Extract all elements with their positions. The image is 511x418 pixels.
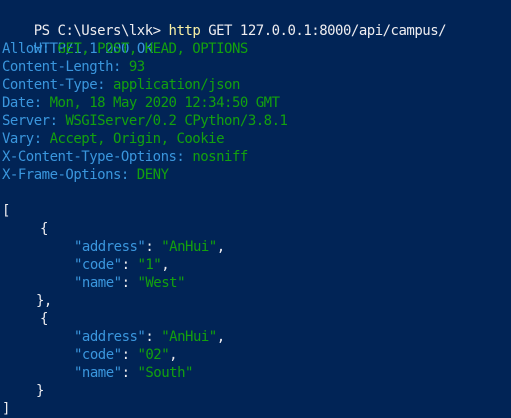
header-value: GET, POST, HEAD, OPTIONS (57, 41, 249, 57)
json-key: "name" (74, 365, 122, 381)
header-value: Mon, 18 May 2020 12:34:50 GMT (49, 95, 280, 111)
json-value: "AnHui" (161, 239, 217, 255)
header-line-content-type: Content-Type: application/json (2, 76, 240, 94)
json-value: "South" (137, 365, 193, 381)
header-value: DENY (136, 167, 169, 183)
record-0-field-address: "address": "AnHui", (74, 239, 225, 255)
record-1-field-name: "name": "South" (74, 365, 193, 381)
header-name: Allow: (2, 41, 50, 57)
json-key: "code" (74, 347, 122, 363)
header-line-x-content-type-options: X-Content-Type-Options: nosniff (2, 148, 248, 166)
header-line-server: Server: WSGIServer/0.2 CPython/3.8.1 (2, 112, 288, 130)
header-name: X-Content-Type-Options: (2, 149, 185, 165)
json-open-bracket: [ (2, 203, 10, 219)
header-name: Server: (2, 113, 58, 129)
record-0-open-brace: { (40, 221, 48, 237)
command-args: GET 127.0.0.1:8000/api/campus/ (208, 23, 447, 39)
header-line-content-length: Content-Length: 93 (2, 58, 145, 76)
json-close-bracket: ] (2, 401, 10, 417)
record-1-open-brace: { (40, 311, 48, 327)
command-prompt-line: PS C:\Users\lxk> http GET 127.0.0.1:8000… (2, 4, 447, 39)
header-name: Vary: (2, 131, 42, 147)
json-value: "1" (137, 257, 162, 273)
record-1-field-address: "address": "AnHui", (74, 329, 225, 345)
header-value: nosniff (192, 149, 248, 165)
record-0-close-brace: }, (36, 293, 52, 309)
json-key: "address" (74, 239, 146, 255)
header-value: WSGIServer/0.2 CPython/3.8.1 (65, 113, 288, 129)
json-key: "code" (74, 257, 122, 273)
json-key: "name" (74, 275, 122, 291)
header-name: Content-Type: (2, 77, 106, 93)
json-value: "02" (137, 347, 170, 363)
record-1-close-brace: } (36, 383, 44, 399)
header-value: 93 (128, 59, 145, 75)
command-name: http (168, 23, 201, 39)
header-value: application/json (113, 77, 240, 93)
header-line-vary: Vary: Accept, Origin, Cookie (2, 130, 225, 148)
record-0-field-code: "code": "1", (74, 257, 170, 273)
json-value: "AnHui" (161, 329, 217, 345)
header-name: Content-Length: (2, 59, 121, 75)
powershell-terminal[interactable]: PS C:\Users\lxk> http GET 127.0.0.1:8000… (0, 0, 511, 418)
json-key: "address" (74, 329, 146, 345)
header-line-x-frame-options: X-Frame-Options: DENY (2, 166, 169, 184)
status-line: HTTP/1.1 200 OK (2, 22, 153, 57)
header-name: X-Frame-Options: (2, 167, 129, 183)
header-line-date: Date: Mon, 18 May 2020 12:34:50 GMT (2, 94, 280, 112)
header-value: Accept, Origin, Cookie (49, 131, 225, 147)
json-value: "West" (137, 275, 186, 291)
record-1-field-code: "code": "02", (74, 347, 178, 363)
header-name: Date: (2, 95, 42, 111)
record-0-field-name: "name": "West" (74, 275, 186, 291)
header-line-allow: Allow: GET, POST, HEAD, OPTIONS (2, 40, 248, 58)
